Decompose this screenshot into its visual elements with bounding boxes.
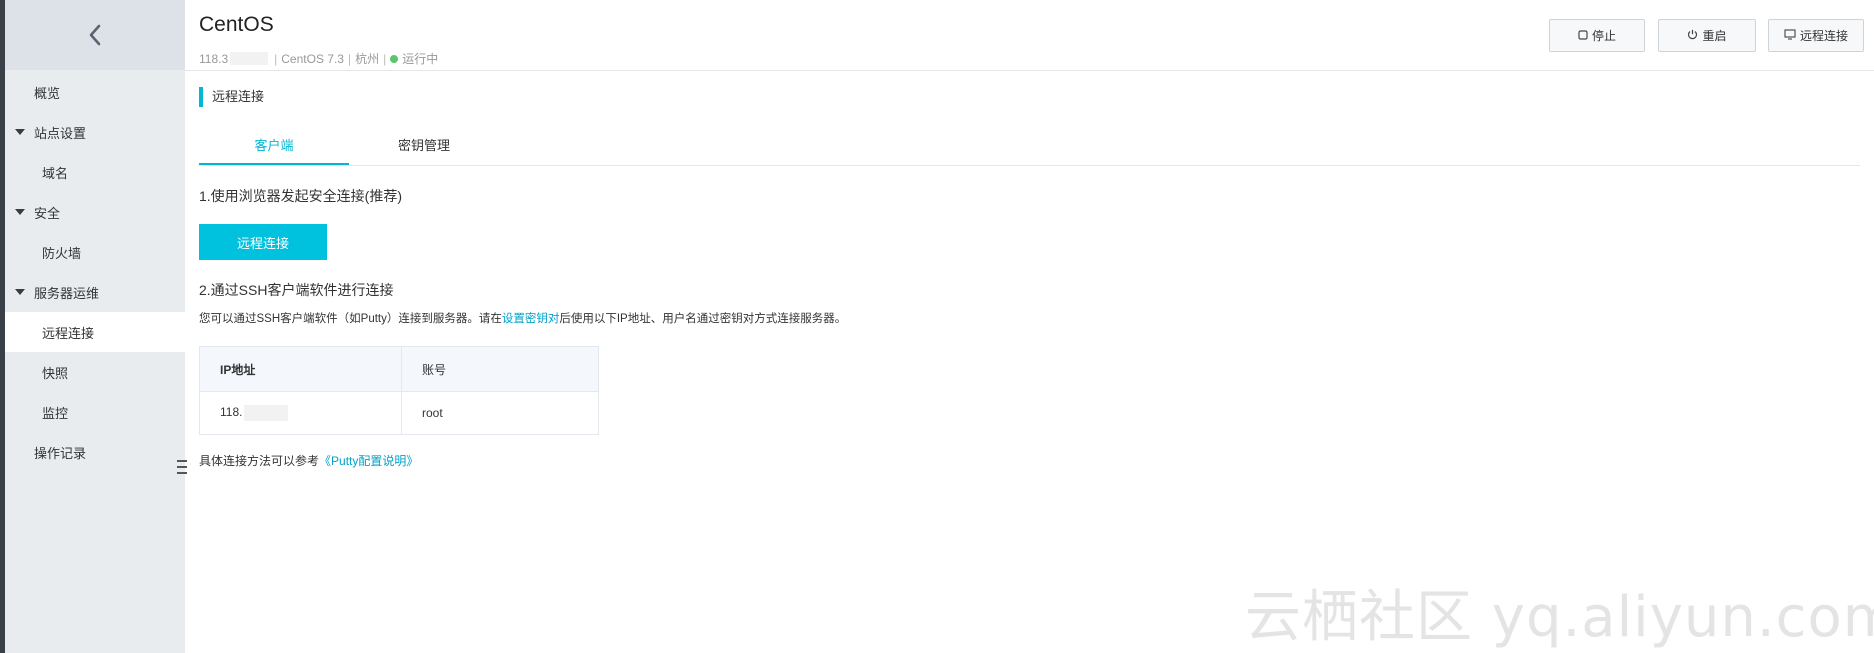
sidebar-item-firewall[interactable]: 防火墙 bbox=[5, 232, 185, 272]
sidebar-item-operation-log[interactable]: 操作记录 bbox=[5, 432, 185, 472]
reference-text: 具体连接方法可以参考 bbox=[199, 454, 320, 468]
restart-button[interactable]: 重启 bbox=[1658, 19, 1756, 52]
ip-value: 118. bbox=[220, 405, 243, 420]
ip-redacted bbox=[230, 52, 269, 65]
sidebar-group-security[interactable]: 安全 bbox=[5, 192, 185, 232]
monitor-icon bbox=[1784, 28, 1796, 43]
desc-text: 后使用以下IP地址、用户名通过密钥对方式连接服务器。 bbox=[559, 313, 847, 325]
credentials-table: IP地址 账号 118. root bbox=[199, 346, 599, 435]
step2-heading: 2.通过SSH客户端软件进行连接 bbox=[199, 282, 394, 298]
caret-down-icon bbox=[15, 209, 25, 215]
caret-down-icon bbox=[15, 289, 25, 295]
chevron-left-icon bbox=[88, 24, 102, 46]
status-badge: 运行中 bbox=[402, 52, 439, 66]
tab-client[interactable]: 客户端 bbox=[199, 129, 349, 165]
sidebar-item-domain[interactable]: 域名 bbox=[5, 152, 185, 192]
sidebar-item-label: 概览 bbox=[34, 85, 61, 101]
restart-button-label: 重启 bbox=[1702, 29, 1727, 43]
sidebar-item-label: 服务器运维 bbox=[34, 285, 100, 301]
instance-meta: 118.3 | CentOS 7.3 | 杭州 | 运行中 bbox=[199, 50, 438, 67]
sidebar-item-label: 防火墙 bbox=[42, 245, 82, 261]
stop-button-label: 停止 bbox=[1591, 29, 1616, 43]
sidebar-item-overview[interactable]: 概览 bbox=[5, 72, 185, 112]
os-version: CentOS 7.3 bbox=[281, 51, 344, 66]
tab-bar: 客户端 密钥管理 bbox=[199, 129, 1860, 166]
page-header: CentOS 118.3 | CentOS 7.3 | 杭州 | 运行中 停止 … bbox=[185, 0, 1874, 71]
sidebar-nav: 概览 站点设置 域名 安全 防火墙 服务器运维 远程连接 快照 监控 操作记录 bbox=[5, 72, 185, 472]
reference-note: 具体连接方法可以参考《Putty配置说明》 bbox=[199, 452, 418, 469]
divider: | bbox=[274, 51, 278, 66]
account-cell: root bbox=[401, 391, 599, 435]
sidebar-item-remote-connect[interactable]: 远程连接 bbox=[5, 312, 185, 352]
sidebar-item-label: 操作记录 bbox=[34, 445, 87, 461]
stop-button[interactable]: 停止 bbox=[1549, 19, 1645, 52]
region: 杭州 bbox=[355, 52, 380, 66]
stop-icon bbox=[1578, 29, 1588, 43]
table-header-row: IP地址 账号 bbox=[199, 346, 599, 392]
divider: | bbox=[347, 51, 352, 66]
ip-redacted bbox=[244, 405, 289, 421]
sidebar-item-label: 监控 bbox=[42, 405, 69, 421]
remote-connect-button[interactable]: 远程连接 bbox=[199, 224, 327, 260]
remote-connect-header-label: 远程连接 bbox=[1799, 29, 1848, 43]
tab-key-management[interactable]: 密钥管理 bbox=[349, 129, 499, 163]
ssh-description: 您可以通过SSH客户端软件（如Putty）连接到服务器。请在设置密钥对后使用以下… bbox=[199, 310, 846, 326]
table-row: 118. root bbox=[199, 391, 599, 435]
section-title: 远程连接 bbox=[199, 87, 264, 107]
sidebar-group-server-ops[interactable]: 服务器运维 bbox=[5, 272, 185, 312]
sidebar-item-label: 快照 bbox=[42, 365, 69, 381]
caret-down-icon bbox=[15, 129, 25, 135]
divider: | bbox=[383, 51, 387, 66]
remote-connect-header-button[interactable]: 远程连接 bbox=[1768, 19, 1864, 52]
sidebar-item-label: 远程连接 bbox=[42, 325, 95, 341]
power-icon bbox=[1687, 29, 1698, 43]
set-keypair-link[interactable]: 设置密钥对 bbox=[502, 313, 560, 325]
step1-heading: 1.使用浏览器发起安全连接(推荐) bbox=[199, 188, 402, 204]
ip-cell: 118. bbox=[199, 391, 402, 435]
desc-text: 您可以通过SSH客户端软件（如Putty）连接到服务器。请在 bbox=[199, 313, 502, 325]
sidebar-item-monitor[interactable]: 监控 bbox=[5, 392, 185, 432]
putty-guide-link[interactable]: 《Putty配置说明》 bbox=[319, 454, 418, 468]
column-header-account: 账号 bbox=[401, 346, 599, 392]
status-dot-icon bbox=[390, 54, 399, 63]
ip-address: 118.3 bbox=[199, 51, 229, 66]
sidebar-item-label: 安全 bbox=[34, 205, 61, 221]
watermark: 云栖社区 yq.aliyun.com bbox=[1245, 585, 1874, 650]
sidebar-group-site-settings[interactable]: 站点设置 bbox=[5, 112, 185, 152]
sidebar: 概览 站点设置 域名 安全 防火墙 服务器运维 远程连接 快照 监控 操作记录 bbox=[5, 0, 187, 653]
sidebar-item-label: 站点设置 bbox=[34, 125, 87, 141]
back-button[interactable] bbox=[5, 0, 185, 70]
sidebar-item-label: 域名 bbox=[42, 165, 69, 181]
main-content: CentOS 118.3 | CentOS 7.3 | 杭州 | 运行中 停止 … bbox=[185, 0, 1874, 653]
page-title: CentOS bbox=[199, 13, 274, 36]
column-header-ip: IP地址 bbox=[199, 346, 402, 392]
sidebar-item-snapshot[interactable]: 快照 bbox=[5, 352, 185, 392]
